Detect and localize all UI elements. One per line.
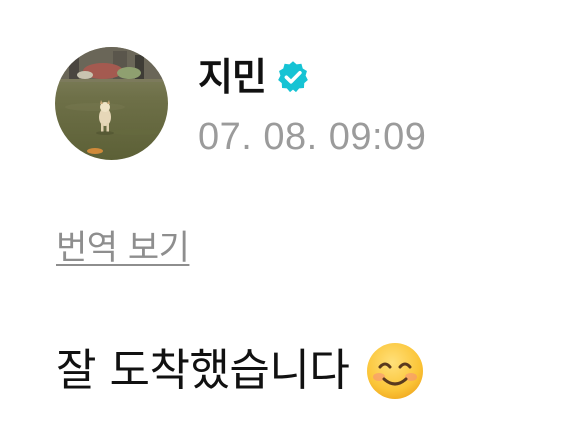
author-name[interactable]: 지민 <box>198 52 267 102</box>
smiling-face-emoji-icon <box>367 343 424 399</box>
translate-link[interactable]: 번역 보기 <box>56 226 190 270</box>
post-card: 지민 07. 08. 09:09 번역 보기 잘 도착했습니다 <box>0 0 573 437</box>
message-text: 잘 도착했습니다 <box>56 345 350 396</box>
author-row: 지민 <box>198 52 311 102</box>
message: 잘 도착했습니다 <box>56 341 425 401</box>
author-avatar[interactable] <box>55 47 168 160</box>
avatar-photo <box>55 47 168 160</box>
post-timestamp: 07. 08. 09:09 <box>198 116 427 158</box>
verified-badge-icon <box>278 61 308 93</box>
